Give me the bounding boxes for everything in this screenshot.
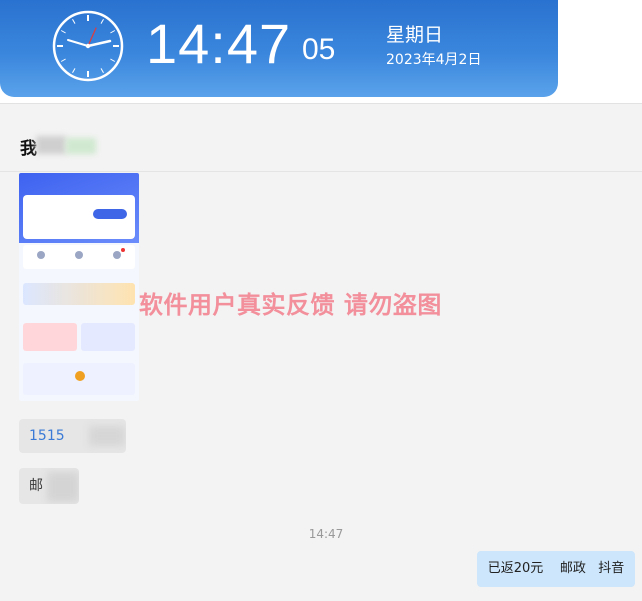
clock-seconds: 05 (302, 33, 336, 66)
mail-message-bubble[interactable]: 邮 (19, 468, 79, 504)
reply-message-bubble[interactable]: 已返20元 邮政 抖音 (477, 551, 635, 587)
app-screenshot-banner (23, 283, 135, 305)
watermark-text: 软件用户真实反馈 请勿盗图 (139, 291, 442, 319)
redacted-phone (89, 426, 125, 446)
clock-time: 14:47 (146, 12, 292, 75)
mail-message-text: 邮 (29, 478, 43, 494)
phone-message-text: 1515 (29, 428, 65, 444)
chat-header: 我 (0, 104, 642, 172)
app-icon (37, 251, 45, 259)
clock-weekday: 星期日 (386, 24, 444, 46)
reply-message-text: 已返20元 邮政 抖音 (487, 561, 625, 576)
app-logo-icon (75, 371, 85, 381)
phone-message-bubble[interactable]: 1515 (19, 419, 126, 453)
app-screenshot-button (93, 209, 127, 219)
app-screenshot-banner (23, 323, 77, 351)
message-timestamp: 14:47 (308, 527, 344, 541)
chat-window: 我 软件用户真实反馈 请勿盗图 1515 邮 14:47 已返20元 邮政 抖音 (0, 103, 642, 601)
clock-date: 2023年4月2日 (386, 52, 482, 68)
notification-dot (121, 248, 125, 252)
analog-clock-icon (52, 10, 124, 82)
app-icon (113, 251, 121, 259)
clock-banner: 14:47 05 星期日 2023年4月2日 (0, 0, 558, 97)
redacted-text (47, 472, 79, 502)
redacted-name (66, 138, 96, 154)
image-message[interactable] (19, 173, 139, 401)
app-icon (75, 251, 83, 259)
redacted-name (36, 136, 66, 154)
app-screenshot-banner (81, 323, 135, 351)
app-screenshot-icons (23, 245, 135, 269)
chat-title: 我 (20, 139, 37, 159)
